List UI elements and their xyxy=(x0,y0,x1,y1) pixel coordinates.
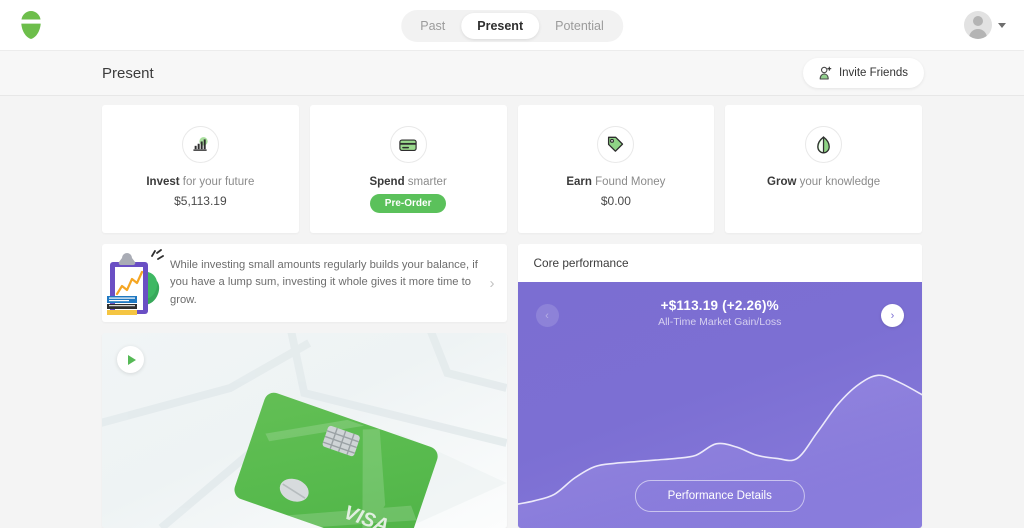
performance-details-button[interactable]: Performance Details xyxy=(634,480,805,512)
tab-present[interactable]: Present xyxy=(461,13,540,39)
earn-label-rest: Found Money xyxy=(591,176,666,188)
stat-card-spend[interactable]: Spend smarter Pre-Order xyxy=(309,105,507,233)
chevron-left-icon: ‹ xyxy=(545,309,549,322)
left-column: While investing small amounts regularly … xyxy=(102,244,507,528)
page-subheader: Present Invite Friends xyxy=(0,51,1024,96)
tip-illustration xyxy=(104,248,170,318)
tab-past[interactable]: Past xyxy=(404,13,461,39)
play-button-icon xyxy=(127,354,136,365)
play-button[interactable] xyxy=(117,346,144,373)
stat-card-earn[interactable]: Earn Found Money $0.00 xyxy=(517,105,715,233)
right-column: Core performance ‹ › +$113.19 (+2.26)% A… xyxy=(517,244,923,528)
acorns-logo[interactable] xyxy=(16,9,46,41)
pre-order-badge[interactable]: Pre-Order xyxy=(369,194,447,213)
main-content: Invest for your future $5,113.19 Spend s… xyxy=(0,96,1024,528)
avatar xyxy=(964,11,992,39)
earn-icon-circle xyxy=(597,126,635,163)
price-tag-icon xyxy=(608,136,624,152)
grow-label: Grow your knowledge xyxy=(767,176,880,188)
bar-chart-icon xyxy=(193,137,208,151)
stat-card-row: Invest for your future $5,113.19 Spend s… xyxy=(102,105,922,233)
account-menu[interactable] xyxy=(964,11,1006,39)
acorn-logo-icon xyxy=(21,11,41,39)
chevron-down-icon xyxy=(998,22,1006,28)
stat-card-grow[interactable]: Grow your knowledge xyxy=(725,105,922,233)
tab-potential[interactable]: Potential xyxy=(539,13,620,39)
grow-label-bold: Grow xyxy=(767,176,797,188)
chevron-right-icon[interactable]: › xyxy=(490,275,495,292)
stat-card-invest[interactable]: Invest for your future $5,113.19 xyxy=(102,105,299,233)
top-navigation-bar: Past Present Potential xyxy=(0,0,1024,51)
earn-value: $0.00 xyxy=(600,194,631,208)
core-performance-card: Core performance ‹ › +$113.19 (+2.26)% A… xyxy=(517,244,923,528)
content-lower-row: While investing small amounts regularly … xyxy=(102,244,922,528)
leaf-icon xyxy=(817,135,830,153)
add-person-icon xyxy=(819,66,832,80)
grow-icon-circle xyxy=(805,126,843,163)
earn-label-bold: Earn xyxy=(566,176,592,188)
invest-icon-circle xyxy=(181,126,219,163)
spend-label: Spend smarter xyxy=(369,176,446,188)
video-card[interactable]: VISA xyxy=(102,333,507,528)
spend-label-bold: Spend xyxy=(369,176,405,188)
visa-card-photo: VISA xyxy=(102,333,507,528)
invest-value: $5,113.19 xyxy=(174,194,227,208)
performance-gain-label: All-Time Market Gain/Loss xyxy=(658,316,782,328)
invest-label-bold: Invest xyxy=(146,176,180,188)
performance-chart-panel: ‹ › +$113.19 (+2.26)% All-Time Market Ga… xyxy=(517,282,923,528)
tip-card[interactable]: While investing small amounts regularly … xyxy=(102,244,507,322)
invest-label-rest: for your future xyxy=(179,176,255,188)
page-title: Present xyxy=(102,64,154,82)
view-tabs: Past Present Potential xyxy=(401,10,623,42)
card-icon xyxy=(399,138,417,151)
clipboard-chart-illustration xyxy=(107,249,164,315)
chevron-right-icon: › xyxy=(890,309,895,322)
performance-next-button[interactable]: › xyxy=(881,304,904,327)
invite-friends-label: Invite Friends xyxy=(838,67,908,79)
spend-icon-circle xyxy=(389,126,427,163)
core-performance-header: Core performance xyxy=(517,244,922,282)
tip-text: While investing small amounts regularly … xyxy=(170,258,478,306)
performance-prev-button[interactable]: ‹ xyxy=(535,304,559,327)
spend-label-rest: smarter xyxy=(404,176,447,188)
performance-gain-block: +$113.19 (+2.26)% All-Time Market Gain/L… xyxy=(518,298,923,328)
grow-label-rest: your knowledge xyxy=(796,176,881,188)
invest-label: Invest for your future xyxy=(146,176,254,188)
earn-label: Earn Found Money xyxy=(566,176,665,188)
invite-friends-button[interactable]: Invite Friends xyxy=(802,58,924,88)
performance-gain-amount: +$113.19 (+2.26)% xyxy=(660,298,779,313)
